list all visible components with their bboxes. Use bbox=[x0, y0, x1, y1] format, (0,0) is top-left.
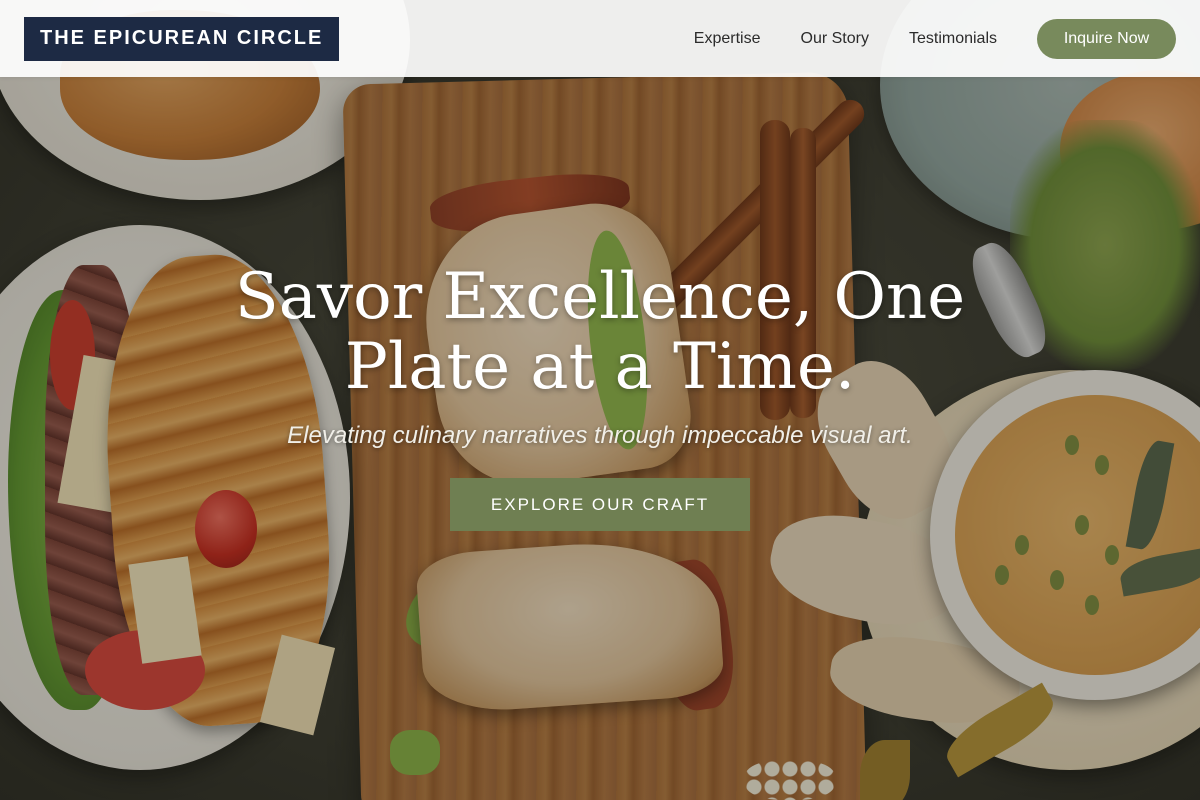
hero-section: Savor Excellence, One Plate at a Time. E… bbox=[0, 262, 1200, 531]
inquire-now-button[interactable]: Inquire Now bbox=[1037, 18, 1176, 59]
explore-our-craft-button[interactable]: EXPLORE OUR CRAFT bbox=[450, 478, 750, 531]
main-nav: Expertise Our Story Testimonials Inquire… bbox=[694, 18, 1176, 59]
hero-subtitle: Elevating culinary narratives through im… bbox=[287, 422, 913, 449]
nav-link-our-story[interactable]: Our Story bbox=[801, 30, 869, 48]
nav-link-testimonials[interactable]: Testimonials bbox=[909, 30, 997, 48]
hero-title: Savor Excellence, One Plate at a Time. bbox=[234, 260, 966, 404]
brand-logo[interactable]: THE EPICUREAN CIRCLE bbox=[24, 16, 340, 61]
nav-link-expertise[interactable]: Expertise bbox=[694, 30, 761, 48]
site-header: THE EPICUREAN CIRCLE Expertise Our Story… bbox=[0, 0, 1200, 77]
